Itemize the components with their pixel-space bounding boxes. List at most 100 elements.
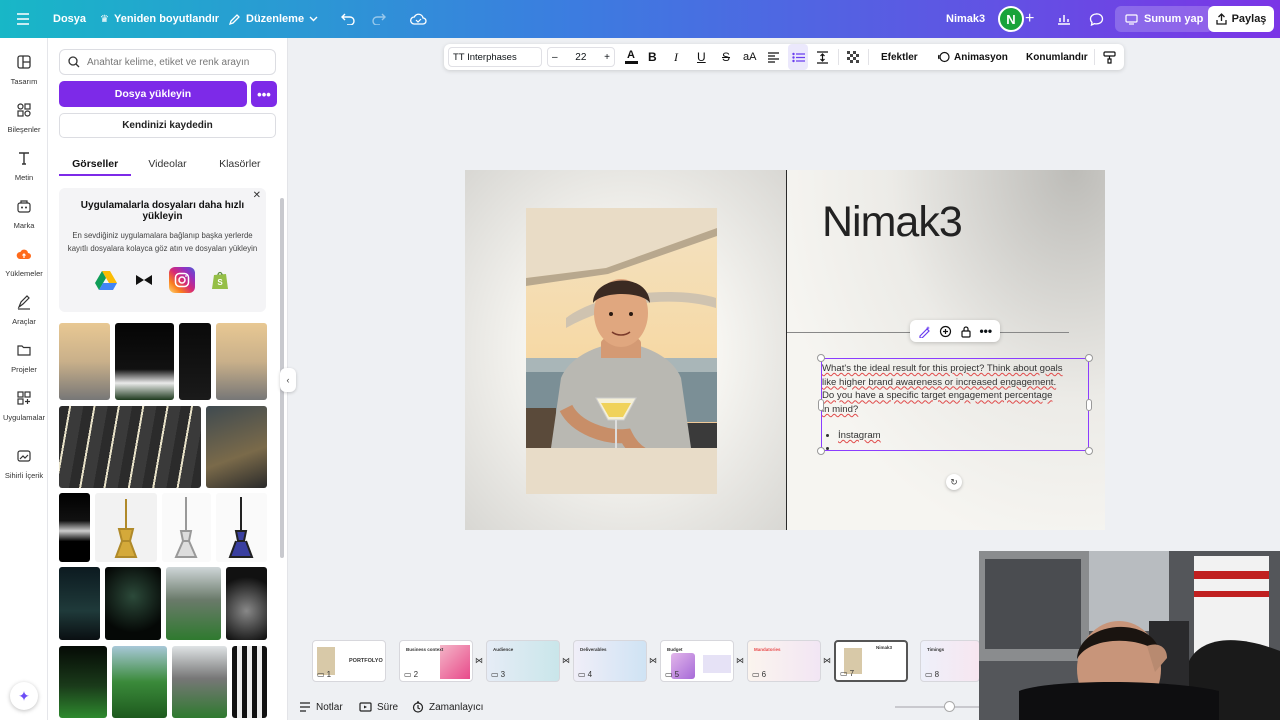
magic-assistant-button[interactable]: ✦ <box>10 682 38 710</box>
resize-button[interactable]: ♛ Yeniden boyutlandır <box>100 0 219 38</box>
resize-handle-right[interactable] <box>1086 399 1092 411</box>
slide-thumbnail[interactable]: Audience ▭ 3 <box>486 640 560 682</box>
avatar[interactable]: N <box>998 6 1024 32</box>
uploaded-image[interactable] <box>95 493 157 562</box>
zoom-slider-handle[interactable] <box>944 701 955 712</box>
uploaded-image[interactable] <box>59 646 107 718</box>
transition-icon[interactable]: ⋈ <box>475 656 483 665</box>
redo-icon[interactable] <box>371 0 386 38</box>
uploaded-image[interactable] <box>59 493 90 562</box>
uploaded-image[interactable] <box>166 567 221 640</box>
close-icon[interactable]: ✕ <box>253 190 261 201</box>
rail-item-magic-media[interactable]: Sihirli İçerik <box>0 448 48 480</box>
upload-files-button[interactable]: Dosya yükleyin <box>59 81 247 107</box>
add-collaborator-icon[interactable]: + <box>1025 0 1034 38</box>
cloud-saved-icon[interactable] <box>410 0 427 38</box>
rotate-handle[interactable]: ↻ <box>946 474 962 490</box>
rail-item-tools[interactable]: Araçlar <box>0 294 48 326</box>
tab-images[interactable]: Görseller <box>59 150 132 176</box>
search-input[interactable] <box>87 56 267 68</box>
uploaded-image[interactable] <box>216 493 267 562</box>
magic-write-icon[interactable] <box>918 325 931 338</box>
uploaded-image[interactable] <box>59 567 100 640</box>
text-color-button[interactable]: A <box>622 44 640 70</box>
decrease-font-button[interactable]: – <box>552 52 558 63</box>
tab-folders[interactable]: Klasörler <box>204 150 276 176</box>
resize-handle-bottom-left[interactable] <box>817 447 825 455</box>
rail-item-text[interactable]: Metin <box>0 150 48 182</box>
bullet-item[interactable]: İnstagram <box>838 429 881 442</box>
slide-thumbnail[interactable]: Deliverables ▭ 4 <box>573 640 647 682</box>
italic-button[interactable]: I <box>674 44 678 70</box>
record-yourself-button[interactable]: Kendinizi kaydedin <box>59 113 276 138</box>
comment-add-icon[interactable] <box>939 325 952 338</box>
body-text-box[interactable]: What's the ideal result for this project… <box>817 354 1093 455</box>
insights-icon[interactable] <box>1057 0 1071 38</box>
uploaded-image[interactable] <box>179 323 211 400</box>
line-spacing-icon[interactable] <box>816 44 829 70</box>
more-options-button[interactable]: ••• <box>251 81 277 107</box>
notes-button[interactable]: Notlar <box>299 694 343 720</box>
uploaded-image[interactable] <box>59 406 201 488</box>
uploaded-image[interactable] <box>172 646 227 718</box>
font-family-select[interactable]: TT Interphases <box>448 47 542 67</box>
google-drive-icon[interactable] <box>93 267 119 293</box>
resize-handle-top-right[interactable] <box>1085 354 1093 362</box>
project-name[interactable]: Nimak3 <box>946 0 985 38</box>
uploaded-image[interactable] <box>105 567 161 640</box>
transition-icon[interactable]: ⋈ <box>736 656 744 665</box>
increase-font-button[interactable]: + <box>604 52 610 63</box>
uploaded-image[interactable] <box>206 406 267 488</box>
uploaded-image[interactable] <box>162 493 211 562</box>
bullet-list-icon[interactable] <box>788 44 808 70</box>
bullet-list[interactable]: İnstagram <box>838 429 881 455</box>
rail-item-uploads[interactable]: Yüklemeler <box>0 246 48 278</box>
slide-thumbnail[interactable]: Timings ▭ 8 <box>920 640 980 682</box>
menu-icon[interactable] <box>16 0 30 38</box>
animation-button[interactable]: Animasyon <box>938 44 1008 70</box>
search-box[interactable] <box>59 49 276 75</box>
comment-icon[interactable] <box>1089 0 1104 38</box>
present-button[interactable]: Sunum yap <box>1115 6 1214 32</box>
divider-line-vertical[interactable] <box>786 170 787 530</box>
rail-item-design[interactable]: Tasarım <box>0 54 48 86</box>
tab-videos[interactable]: Videolar <box>131 150 203 176</box>
slide-thumbnail[interactable]: Budget ▭ 5 <box>660 640 734 682</box>
share-button[interactable]: Paylaş <box>1208 6 1274 32</box>
rail-item-brand[interactable]: Marka <box>0 198 48 230</box>
transparency-icon[interactable] <box>847 44 860 70</box>
duration-button[interactable]: Süre <box>359 694 398 720</box>
design-page[interactable]: Nimak3 What's the ideal result for this … <box>465 170 1105 530</box>
slide-thumbnail[interactable]: Business context ▭ 2 <box>399 640 473 682</box>
resize-handle-bottom-right[interactable] <box>1085 447 1093 455</box>
lock-icon[interactable] <box>960 325 972 338</box>
undo-icon[interactable] <box>341 0 356 38</box>
slide-thumbnail[interactable]: Mandatories ▭ 6 <box>747 640 821 682</box>
capcut-icon[interactable] <box>131 267 157 293</box>
timer-button[interactable]: Zamanlayıcı <box>412 694 483 720</box>
effects-button[interactable]: Efektler <box>881 44 918 70</box>
uploaded-image[interactable] <box>226 567 267 640</box>
rail-item-elements[interactable]: Bileşenler <box>0 102 48 134</box>
transition-icon[interactable]: ⋈ <box>823 656 831 665</box>
file-menu[interactable]: Dosya <box>53 0 86 38</box>
page-title[interactable]: Nimak3 <box>822 198 963 247</box>
slide-thumbnail-current[interactable]: Nimak3 ▭ 7 <box>834 640 908 682</box>
bullet-item[interactable] <box>838 442 881 455</box>
collapse-panel-button[interactable]: ‹ <box>280 368 296 392</box>
transition-icon[interactable]: ⋈ <box>649 656 657 665</box>
uploaded-image[interactable] <box>112 646 167 718</box>
zoom-slider-track[interactable] <box>895 706 985 708</box>
portrait-illustration[interactable] <box>526 208 717 494</box>
bold-button[interactable]: B <box>648 44 657 70</box>
resize-handle-top-left[interactable] <box>817 354 825 362</box>
uploaded-image[interactable] <box>59 323 110 400</box>
font-size-value[interactable]: 22 <box>575 52 586 63</box>
underline-button[interactable]: U <box>697 44 706 70</box>
rail-item-apps[interactable]: Uygulamalar <box>0 390 48 422</box>
position-button[interactable]: Konumlandır <box>1026 44 1088 70</box>
uploaded-image[interactable] <box>115 323 174 400</box>
edit-mode-dropdown[interactable]: Düzenleme <box>228 0 318 38</box>
resize-handle-left[interactable] <box>818 399 824 411</box>
align-left-icon[interactable] <box>767 44 780 70</box>
